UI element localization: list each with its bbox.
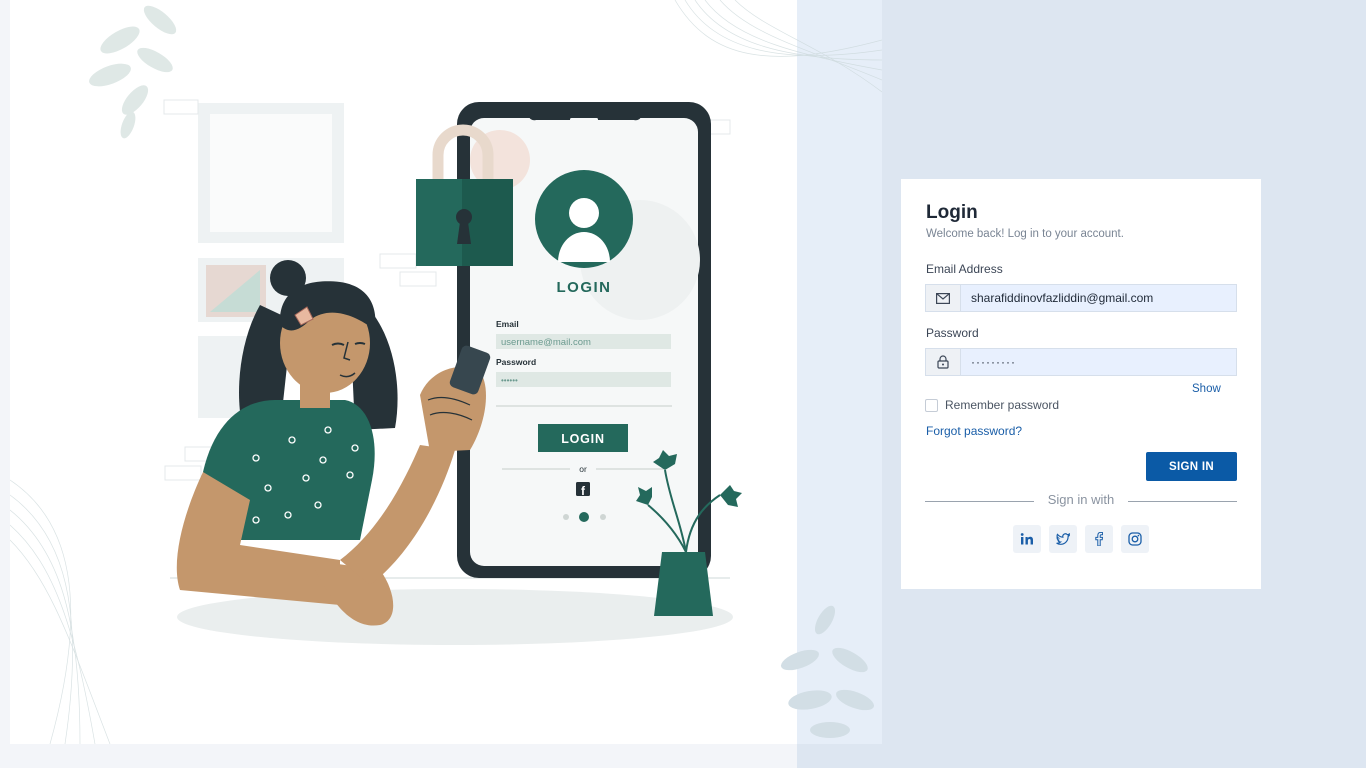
login-subtitle: Welcome back! Log in to your account. [926,228,1124,240]
phone-login-button: LOGIN [561,432,605,446]
phone-or-text: or [579,464,587,474]
phone-email-label: Email [496,319,519,329]
sign-in-button[interactable]: SIGN IN [1146,452,1237,481]
social-buttons [1013,525,1149,553]
password-input[interactable]: ········· [961,355,1016,369]
twitter-button[interactable] [1049,525,1077,553]
email-field[interactable]: sharafiddinovfazliddin@gmail.com [925,284,1237,312]
remember-password-checkbox[interactable] [925,398,938,412]
password-field[interactable]: ········· [925,348,1237,376]
login-card: Login Welcome back! Log in to your accou… [901,179,1261,589]
sign-in-with-label: Sign in with [1047,492,1115,507]
email-label: Email Address [926,262,1003,276]
linkedin-button[interactable] [1013,525,1041,553]
phone-password-dots: •••••• [501,376,518,385]
illustration-panel: LOGIN Email username@mail.com Password •… [10,0,882,744]
phone-email-placeholder: username@mail.com [501,337,591,348]
show-password-link[interactable]: Show [1192,383,1221,395]
linkedin-icon [1020,533,1033,545]
lock-icon [926,349,961,375]
phone-password-label: Password [496,357,536,367]
phone-title: LOGIN [557,279,612,296]
instagram-icon [1128,532,1142,546]
twitter-icon [1056,532,1070,545]
login-illustration: LOGIN Email username@mail.com Password •… [10,0,882,744]
remember-password-label: Remember password [945,398,1060,412]
mail-icon [926,285,961,311]
forgot-password-link[interactable]: Forgot password? [926,424,1022,438]
password-label: Password [926,326,979,340]
instagram-button[interactable] [1121,525,1149,553]
email-input[interactable]: sharafiddinovfazliddin@gmail.com [961,291,1153,305]
remember-password-row[interactable]: Remember password [925,398,1059,412]
login-title: Login [926,202,978,223]
facebook-button[interactable] [1085,525,1113,553]
facebook-icon [1095,532,1103,546]
